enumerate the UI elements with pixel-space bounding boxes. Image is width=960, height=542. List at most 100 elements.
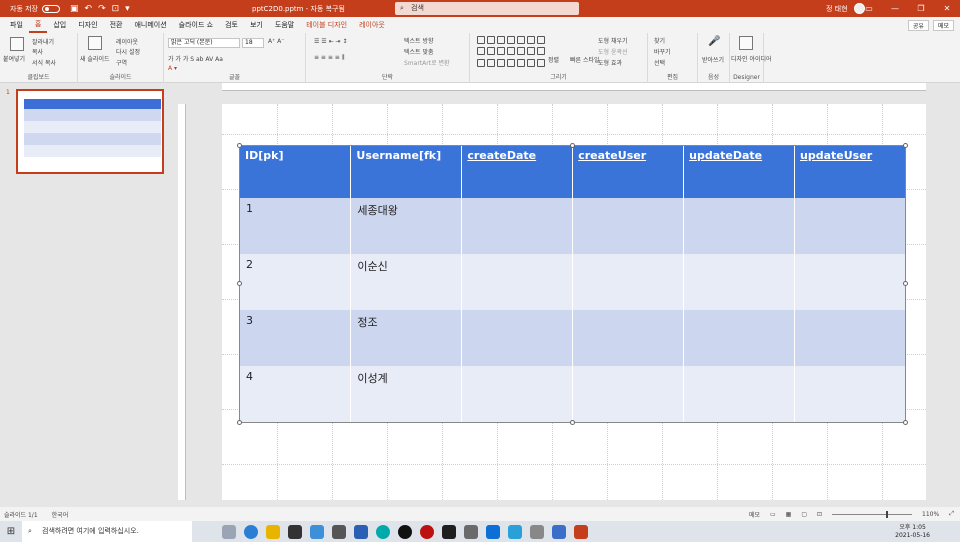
terminal-icon[interactable] [442,524,456,539]
system-clock[interactable]: 오후 1:05 2021-05-16 [895,524,930,540]
arrange-button[interactable]: 정렬 [548,55,559,64]
share-button[interactable]: 공유 [907,19,929,31]
vertical-ruler[interactable] [178,104,186,500]
normal-view-icon[interactable]: ▭ [770,511,776,518]
tab-review[interactable]: 검토 [219,18,244,32]
kakaotalk-icon[interactable] [266,524,280,539]
paste-icon[interactable] [10,37,24,51]
resize-handle[interactable] [570,420,575,425]
task-view-icon[interactable] [222,524,236,539]
reset-button[interactable]: 다시 설정 [116,47,140,56]
section-button[interactable]: 구역 [116,58,127,67]
layout-button[interactable]: 레이아웃 [116,37,138,46]
app-icon[interactable] [398,524,412,539]
app-icon[interactable] [420,524,434,539]
font-size-select[interactable]: 18 [242,38,264,48]
tab-transitions[interactable]: 전환 [104,18,129,32]
powerpoint-icon[interactable] [574,524,588,539]
save-icon[interactable]: ▣ [70,4,79,14]
resize-handle[interactable] [237,420,242,425]
tab-view[interactable]: 보기 [244,18,269,32]
comments-button[interactable]: 메모 [932,19,954,31]
app-icon[interactable] [552,524,566,539]
fit-slide-icon[interactable]: ⤢ [949,510,954,518]
tab-design[interactable]: 디자인 [72,18,103,32]
undo-icon[interactable]: ↶ [85,4,93,14]
replace-button[interactable]: 바꾸기 [654,47,671,56]
app-icon[interactable] [354,524,368,539]
reading-view-icon[interactable]: ▢ [801,511,807,518]
tab-home[interactable]: 홈 [28,17,48,33]
github-icon[interactable] [464,524,478,539]
designer-icon[interactable] [739,36,753,50]
resize-handle[interactable] [903,143,908,148]
edge-icon[interactable] [244,524,258,539]
horizontal-ruler[interactable] [222,83,926,91]
app-icon[interactable] [530,524,544,539]
smartart-button[interactable]: SmartArt로 변환 [404,58,450,67]
store-icon[interactable] [288,524,302,539]
restore-icon[interactable]: ❐ [908,0,934,17]
find-button[interactable]: 찾기 [654,36,665,45]
minimize-icon[interactable]: — [882,0,908,17]
sorter-view-icon[interactable]: ▦ [786,511,792,518]
windows-start-icon[interactable]: ⊞ [0,526,22,537]
format-painter-button[interactable]: 서식 복사 [32,58,56,67]
redo-icon[interactable]: ↷ [98,4,106,14]
app-icon[interactable] [376,524,390,539]
tab-help[interactable]: 도움말 [269,18,300,32]
font-style-icons[interactable]: 가 가 가 S ab AV Aa [168,54,223,63]
shape-effects-button[interactable]: 도형 효과 [598,58,622,67]
new-slide-button[interactable]: 새 슬라이드 [80,54,110,63]
taskbar-search[interactable]: ⌕ 검색하려면 여기에 입력하십시오. [22,521,192,542]
select-button[interactable]: 선택 [654,58,665,67]
shape-fill-button[interactable]: 도형 채우기 [598,36,628,45]
tab-file[interactable]: 파일 [4,18,29,32]
zoom-level[interactable]: 110% [922,511,939,518]
quick-styles-button[interactable]: 빠른 스타일 [570,55,600,64]
font-color-icon[interactable]: A ▾ [168,65,177,72]
font-family-select[interactable]: 맑은 고딕 (본문) [168,38,240,48]
search-box[interactable]: ⌕ 검색 [395,2,579,15]
present-icon[interactable]: ⊡ [112,4,120,14]
align-icons[interactable]: ≡ ≡ ≡ ≡ ⫼ [314,54,345,62]
toggle-icon[interactable] [42,4,60,13]
microphone-icon[interactable]: 🎤 [708,36,720,47]
resize-handle[interactable] [903,420,908,425]
list-icons[interactable]: ☰ ☰ ⇤ ⇥ ↕ [314,38,347,45]
tab-slideshow[interactable]: 슬라이드 쇼 [173,18,219,32]
app-icon[interactable] [508,524,522,539]
notes-button[interactable]: 메모 [749,510,760,519]
resize-handle[interactable] [237,281,242,286]
ribbon-options-icon[interactable]: ▭ [856,0,882,17]
tab-animations[interactable]: 애니메이션 [128,18,172,32]
dictate-button[interactable]: 받아쓰기 [702,55,724,64]
paste-button[interactable]: 붙여넣기 [3,54,25,63]
shape-outline-button[interactable]: 도형 윤곽선 [598,47,628,56]
resize-handle[interactable] [570,143,575,148]
slide-thumbnail[interactable] [16,89,164,174]
slideshow-view-icon[interactable]: ⊡ [817,511,822,518]
resize-handle[interactable] [903,281,908,286]
tab-layout[interactable]: 레이아웃 [353,18,391,32]
clock-date: 2021-05-16 [895,531,930,539]
mail-icon[interactable] [310,524,324,539]
language-indicator[interactable]: 한국어 [52,510,69,519]
zoom-slider[interactable] [832,510,913,518]
new-slide-icon[interactable] [88,36,102,50]
copy-button[interactable]: 복사 [32,47,43,56]
qat-more-icon[interactable]: ▾ [125,4,130,14]
resize-handle[interactable] [237,143,242,148]
text-align-button[interactable]: 텍스트 맞춤 [404,47,434,56]
shapes-gallery[interactable] [477,36,545,69]
autosave-toggle[interactable]: 자동 저장 [10,4,60,14]
settings-icon[interactable] [332,524,346,539]
vscode-icon[interactable] [486,524,500,539]
text-direction-button[interactable]: 텍스트 방향 [404,36,434,45]
close-icon[interactable]: ✕ [934,0,960,17]
cut-button[interactable]: 잘라내기 [32,37,54,46]
design-ideas-button[interactable]: 디자인 아이디어 [731,54,772,63]
tab-table-design[interactable]: 테이블 디자인 [300,18,353,32]
tab-insert[interactable]: 삽입 [47,18,72,32]
font-grow-icon[interactable]: A⁺ A⁻ [268,38,284,45]
